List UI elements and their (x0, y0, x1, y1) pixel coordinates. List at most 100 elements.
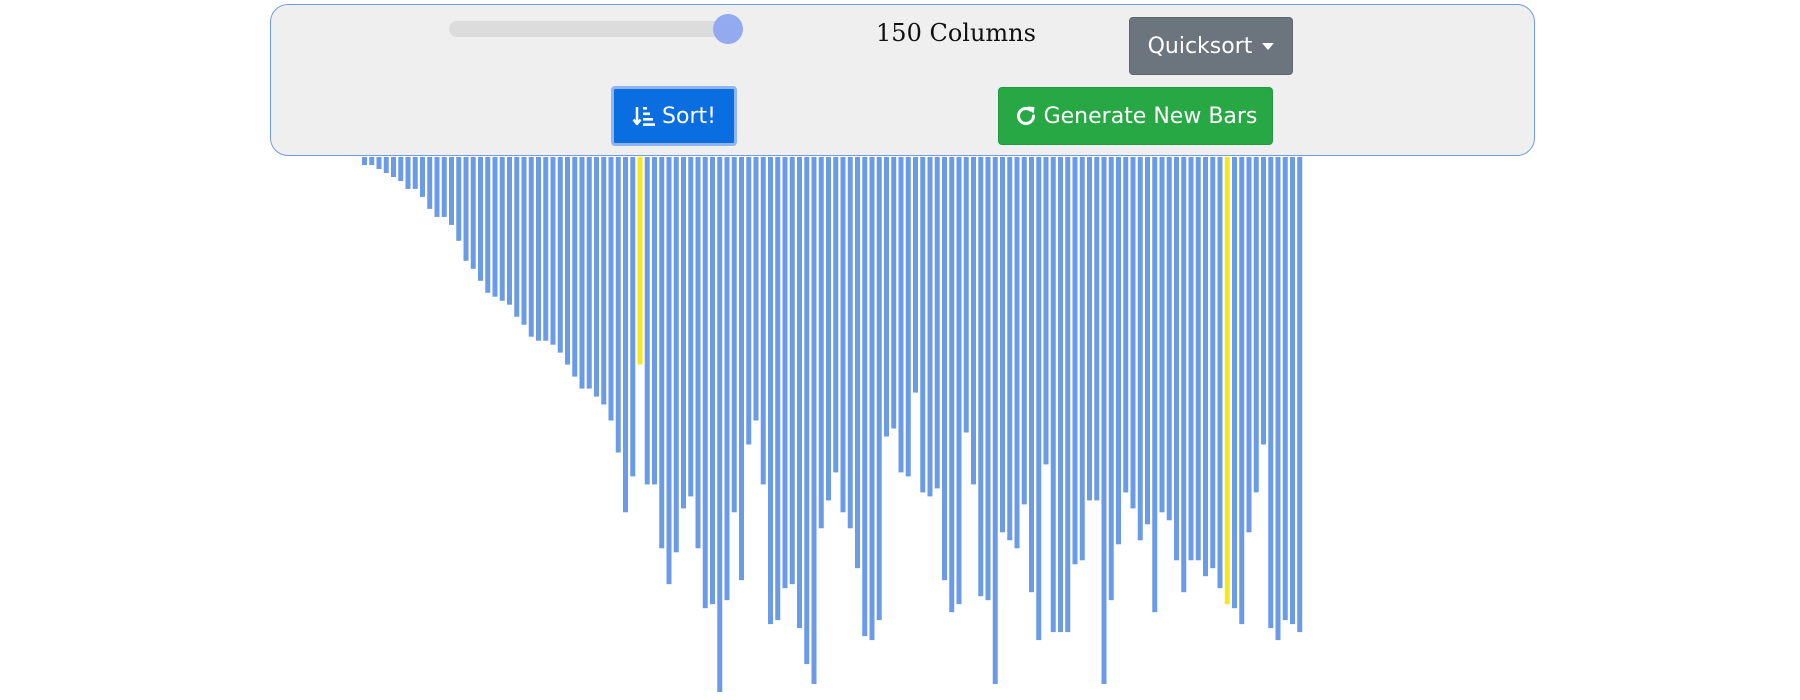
bar (891, 157, 897, 429)
bar (847, 157, 853, 529)
bar (412, 157, 418, 189)
bar (449, 157, 454, 225)
bar (746, 157, 752, 445)
bar (985, 157, 991, 601)
bar (1261, 157, 1266, 445)
refresh-icon (1014, 104, 1038, 128)
bar (1050, 157, 1056, 633)
bar (1130, 157, 1136, 509)
bar (1145, 157, 1150, 525)
bar (789, 157, 795, 585)
algorithm-dropdown-button[interactable]: Quicksort (1129, 17, 1293, 75)
bar (1188, 157, 1194, 561)
column-count-slider[interactable] (449, 21, 734, 37)
bar (1007, 157, 1013, 541)
bar (666, 157, 672, 585)
column-count-label: 150 Columns (876, 19, 1036, 47)
bar (1268, 157, 1274, 629)
bar (572, 157, 578, 377)
bar (1065, 157, 1071, 633)
bar (876, 157, 882, 621)
bar (1000, 157, 1005, 533)
bar (768, 157, 773, 625)
bar (470, 157, 476, 269)
generate-new-bars-button[interactable]: Generate New Bars (998, 87, 1273, 145)
bar (710, 157, 715, 605)
bar (594, 157, 599, 397)
control-panel: 150 Columns Quicksort Sort! Generate New… (270, 4, 1535, 156)
bar (557, 157, 563, 353)
bar (521, 157, 527, 325)
bar (623, 157, 628, 513)
bar (405, 157, 411, 189)
bar (1029, 157, 1034, 593)
bar (1079, 157, 1085, 561)
bar (898, 157, 904, 473)
bar (1159, 157, 1165, 513)
bar (659, 157, 665, 549)
bar (695, 157, 701, 549)
bar (362, 157, 367, 165)
bar (920, 157, 926, 493)
sort-button[interactable]: Sort! (611, 86, 737, 146)
bar (1246, 157, 1252, 533)
bar (1108, 157, 1114, 601)
bar (536, 157, 541, 341)
bar (1087, 157, 1092, 501)
bar (652, 157, 657, 485)
bar (956, 157, 962, 605)
bar (420, 157, 425, 197)
bar (1195, 157, 1201, 561)
bar (681, 157, 686, 509)
bar (478, 157, 483, 281)
bar (1152, 157, 1158, 613)
bar (804, 157, 810, 665)
bar (942, 157, 947, 581)
bar (760, 157, 766, 485)
bar (963, 157, 969, 433)
bar (463, 157, 469, 261)
bar (644, 157, 650, 485)
bar (456, 157, 462, 241)
bar (434, 157, 440, 217)
bar (550, 157, 556, 345)
bar (913, 157, 918, 393)
bar (688, 157, 694, 497)
bar (840, 157, 846, 513)
bar (1181, 157, 1187, 593)
bar (1036, 157, 1042, 641)
bar (1210, 157, 1216, 569)
bar (543, 157, 549, 341)
bar (1217, 157, 1223, 589)
sort-label: Sort! (662, 103, 716, 129)
bar (1058, 157, 1063, 633)
bar (775, 157, 781, 621)
bar (586, 157, 592, 389)
bar (833, 157, 839, 473)
slider-thumb[interactable] (713, 14, 743, 44)
bar (826, 157, 831, 501)
bar (615, 157, 621, 453)
bar (724, 157, 730, 601)
bar (1290, 157, 1295, 625)
bar (1101, 157, 1107, 684)
bar (855, 157, 860, 569)
bar (717, 157, 723, 692)
bar (398, 157, 404, 181)
bar (499, 157, 505, 301)
bar (818, 157, 824, 529)
bar (782, 157, 788, 589)
bar (1123, 157, 1129, 493)
bar (376, 157, 382, 169)
bar (869, 157, 875, 641)
bar (1043, 157, 1049, 465)
bar (934, 157, 940, 489)
bar (601, 157, 607, 405)
bar (992, 157, 998, 684)
bar (1137, 157, 1143, 541)
bar (1239, 157, 1245, 625)
bar (1253, 157, 1259, 493)
bar (565, 157, 570, 365)
bar (862, 157, 868, 637)
caret-down-icon (1262, 42, 1275, 50)
